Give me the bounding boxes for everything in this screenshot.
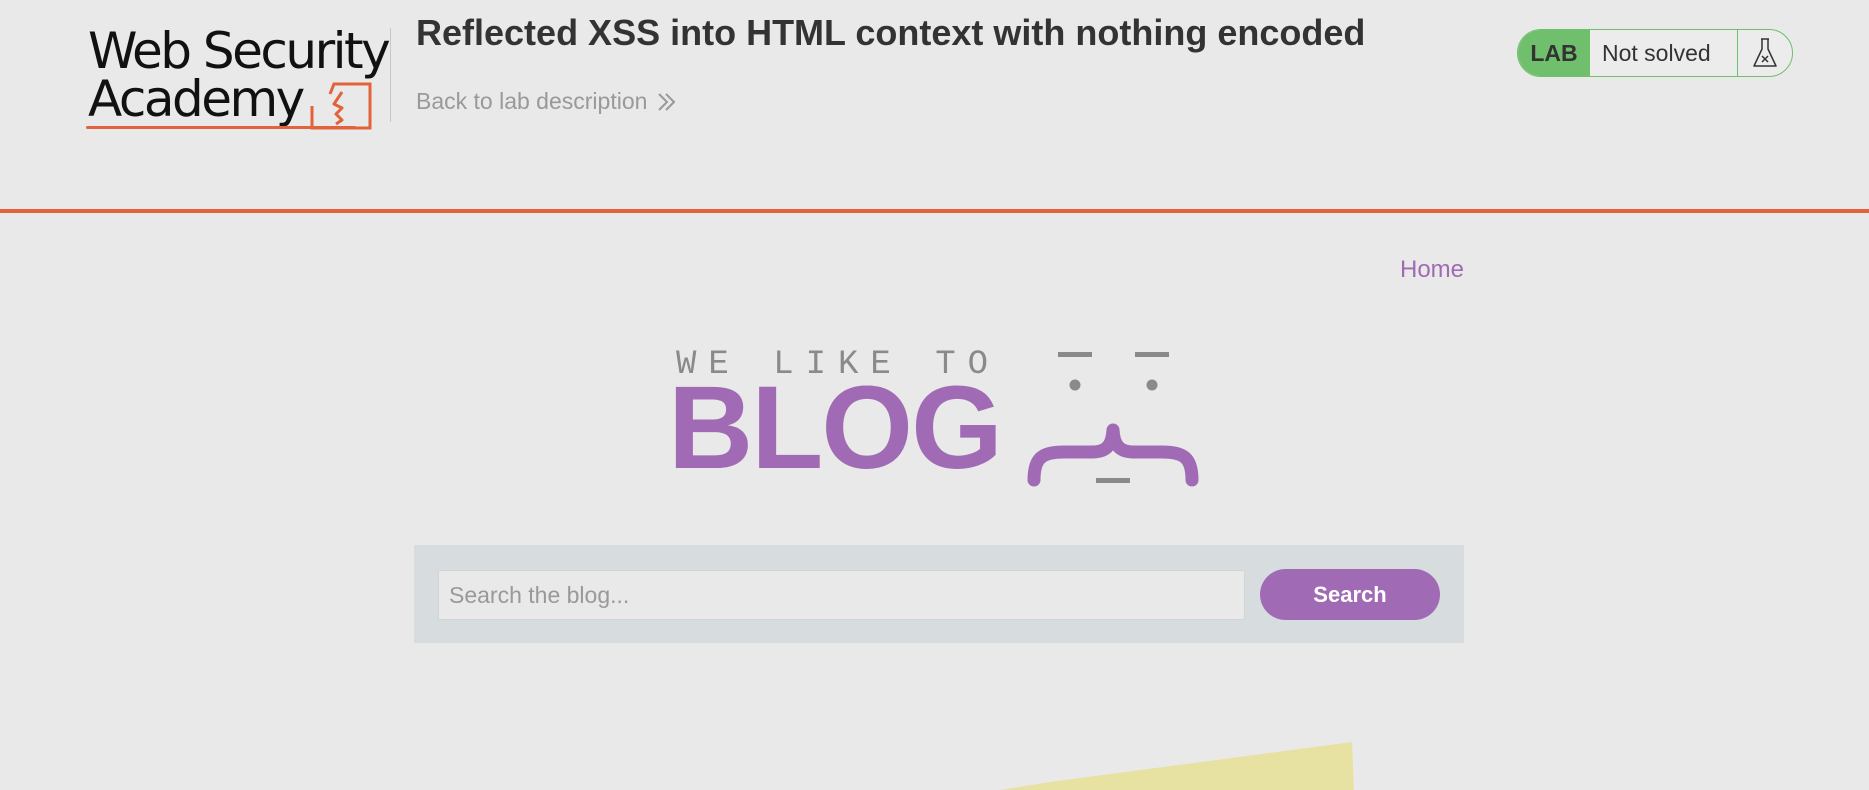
nav-home-link[interactable]: Home	[1400, 256, 1464, 284]
post-image-fragment	[1000, 742, 1354, 790]
back-link-label: Back to lab description	[416, 88, 648, 114]
curly-brace-face-icon	[1027, 352, 1199, 487]
logo-text-line2: Academy	[88, 70, 305, 128]
lab-status-widget: LAB Not solved	[1517, 29, 1793, 77]
blog-banner: WE LIKE TO BLOG	[668, 346, 1208, 496]
academy-header: Web Security Academy Reflected XSS into …	[0, 0, 1869, 213]
double-chevron-right-icon	[658, 92, 676, 111]
web-security-academy-logo[interactable]: Web Security Academy	[84, 22, 391, 136]
header-divider	[390, 28, 391, 122]
logo-underline	[86, 126, 356, 129]
lab-badge: LAB	[1518, 30, 1590, 76]
back-to-lab-description-link[interactable]: Back to lab description	[416, 88, 677, 115]
banner-title: BLOG	[668, 362, 1003, 494]
search-panel: Search	[414, 545, 1464, 643]
search-button[interactable]: Search	[1260, 569, 1440, 620]
lab-title: Reflected XSS into HTML context with not…	[416, 12, 1366, 53]
blog-search-input[interactable]	[438, 570, 1245, 620]
logo-text-line1: Web Security	[88, 22, 391, 80]
flask-icon	[1738, 30, 1792, 76]
lab-status-text: Not solved	[1590, 30, 1738, 76]
